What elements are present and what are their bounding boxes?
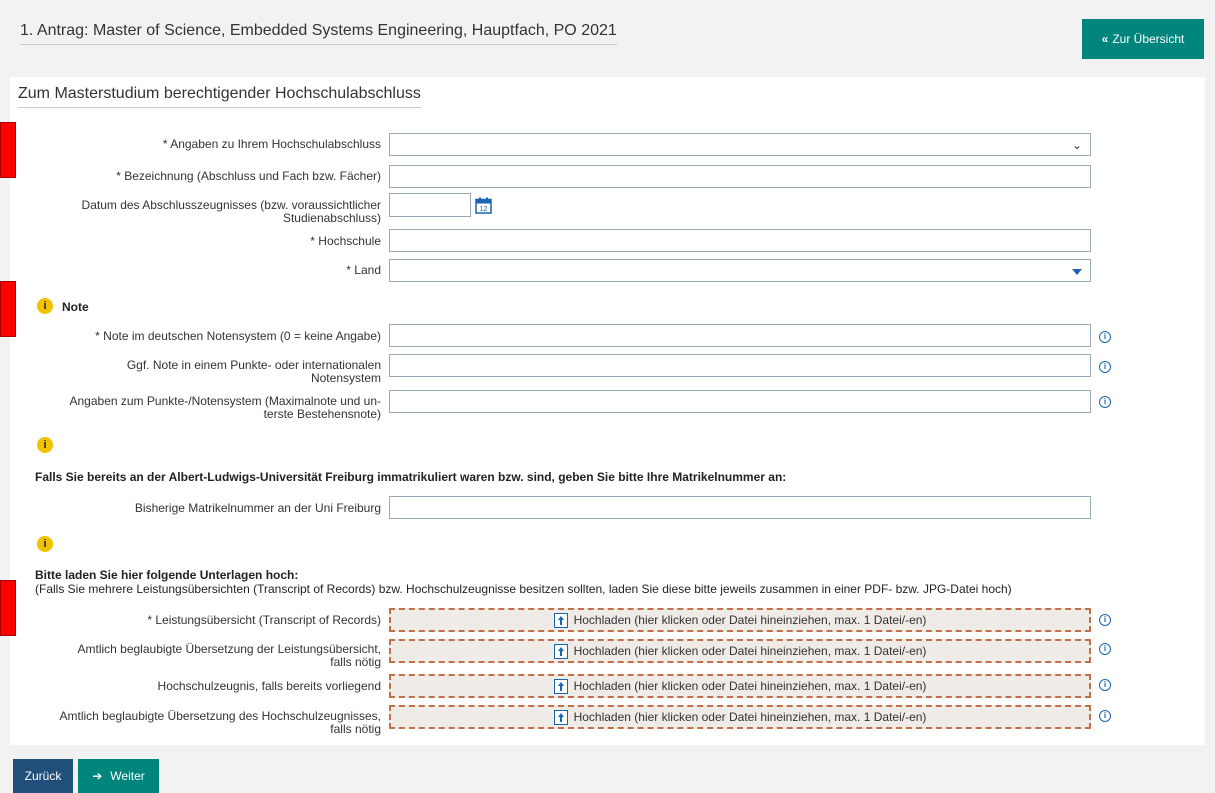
graduation-date-input[interactable] <box>389 193 471 217</box>
grade-heading: Note <box>62 300 89 314</box>
university-label: * Hochschule <box>310 234 381 248</box>
chevron-down-icon: ⌄ <box>1071 138 1082 152</box>
upload-icon <box>553 612 568 628</box>
section-title: Zum Masterstudium berechtigender Hochsch… <box>18 85 421 108</box>
section-marker <box>0 580 16 636</box>
upload-icon <box>553 643 568 659</box>
matriculation-label: Bisherige Matrikelnummer an der Uni Frei… <box>134 501 381 515</box>
grade-scale-label: Angaben zum Punkte-/Notensystem (Maximal… <box>69 394 382 421</box>
double-chevron-left-icon: « <box>1101 32 1109 46</box>
country-select[interactable] <box>389 259 1091 282</box>
next-button-label: Weiter <box>110 769 145 783</box>
upload-label: Amtlich beglaubigte Übersetzung der Leis… <box>77 642 381 669</box>
calendar-icon[interactable]: 12 <box>475 197 492 214</box>
overview-button[interactable]: « Zur Übersicht <box>1082 19 1204 59</box>
matriculation-input[interactable] <box>389 496 1091 519</box>
german-grade-input[interactable] <box>389 324 1091 347</box>
upload-dropzone-degree-certificate[interactable]: Hochladen (hier klicken oder Datei hinei… <box>389 674 1091 698</box>
upload-dropzone-certificate-translation[interactable]: Hochladen (hier klicken oder Datei hinei… <box>389 705 1091 729</box>
designation-input[interactable] <box>389 165 1091 188</box>
caret-down-icon <box>1072 269 1082 275</box>
designation-label: * Bezeichnung (Abschluss und Fach bzw. F… <box>116 169 381 183</box>
next-button[interactable]: ➔ Weiter <box>78 759 159 793</box>
upload-dropzone-transcript[interactable]: Hochladen (hier klicken oder Datei hinei… <box>389 608 1091 632</box>
upload-label: Amtlich beglaubigte Übersetzung des Hoch… <box>59 709 381 736</box>
german-grade-label: * Note im deutschen Notensystem (0 = kei… <box>95 329 381 343</box>
degree-info-label: * Angaben zu Ihrem Hochschulabschluss <box>162 137 381 151</box>
degree-info-select[interactable]: ⌄ <box>389 133 1091 156</box>
upload-label: Hochschulzeugnis, falls bereits vorliege… <box>157 679 381 693</box>
intl-grade-label: Ggf. Note in einem Punkte- oder internat… <box>126 358 381 385</box>
upload-icon <box>553 678 568 694</box>
intl-grade-input[interactable] <box>389 354 1091 377</box>
uploads-heading: Bitte laden Sie hier folgende Unterlagen… <box>35 568 299 582</box>
help-icon[interactable]: i <box>1099 361 1111 373</box>
upload-icon <box>553 709 568 725</box>
university-input[interactable] <box>389 229 1091 252</box>
section-marker <box>0 122 16 178</box>
help-icon[interactable]: i <box>1099 331 1111 343</box>
section-marker <box>0 281 16 337</box>
svg-text:12: 12 <box>480 206 488 213</box>
overview-button-label: Zur Übersicht <box>1112 32 1185 46</box>
help-icon[interactable]: i <box>1099 643 1111 655</box>
info-icon: i <box>37 536 53 552</box>
upload-label: * Leistungsübersicht (Transcript of Reco… <box>147 613 381 627</box>
matriculation-notice: Falls Sie bereits an der Albert-Ludwigs-… <box>35 470 787 484</box>
help-icon[interactable]: i <box>1099 396 1111 408</box>
page-title: 1. Antrag: Master of Science, Embedded S… <box>20 22 617 45</box>
info-icon: i <box>37 437 53 453</box>
info-icon: i <box>37 298 53 314</box>
help-icon[interactable]: i <box>1099 710 1111 722</box>
back-button[interactable]: Zurück <box>13 759 73 793</box>
country-label: * Land <box>346 263 381 277</box>
uploads-note: (Falls Sie mehrere Leistungsübersichten … <box>35 582 1012 596</box>
upload-dropzone-transcript-translation[interactable]: Hochladen (hier klicken oder Datei hinei… <box>389 639 1091 663</box>
help-icon[interactable]: i <box>1099 614 1111 626</box>
grade-scale-input[interactable] <box>389 390 1091 413</box>
graduation-date-label: Datum des Abschlusszeugnisses (bzw. vora… <box>81 198 381 225</box>
arrow-right-icon: ➔ <box>92 769 103 783</box>
help-icon[interactable]: i <box>1099 679 1111 691</box>
